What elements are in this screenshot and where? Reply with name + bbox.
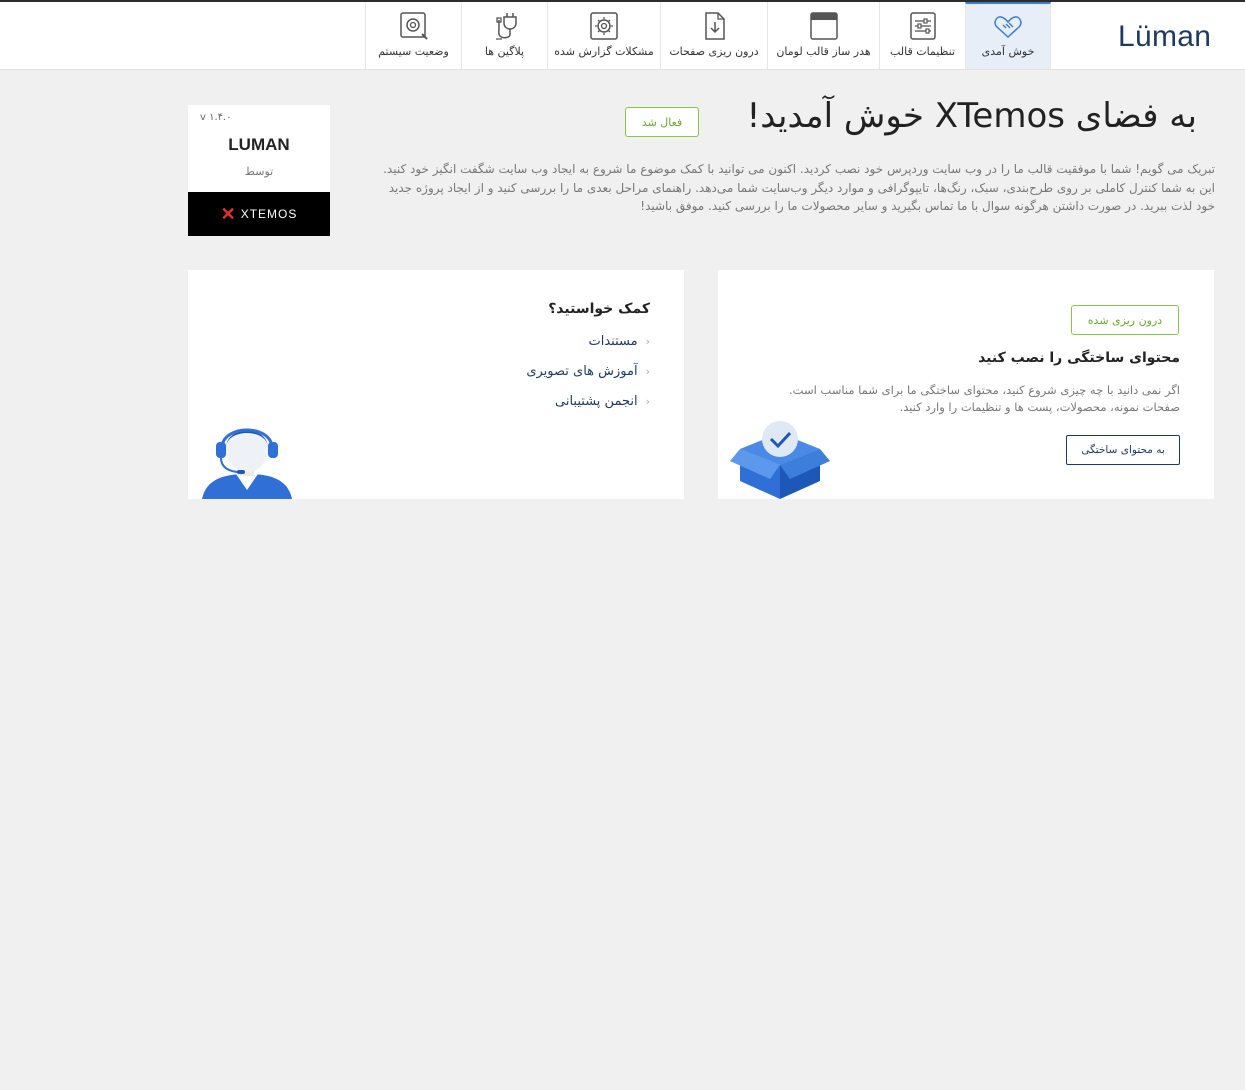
plugin-plug-icon (495, 13, 517, 40)
header-builder-icon (809, 12, 838, 40)
main-nav: خوش آمدی تنظیمات قالب هدر ساز قالب لومان (365, 2, 1051, 69)
nav-tab-system-status[interactable]: وضعیت سیستم (365, 2, 461, 69)
settings-sliders-icon (909, 12, 936, 40)
box-check-icon (730, 421, 830, 499)
nav-tab-theme-settings[interactable]: تنظیمات قالب (879, 2, 965, 69)
welcome-intro-text: تبریک می گویم! شما با موفقیت قالب ما را … (383, 162, 1215, 213)
nav-tab-reported-issues[interactable]: مشکلات گزارش شده (547, 2, 660, 69)
nav-tab-import-pages[interactable]: درون ریزی صفحات (660, 2, 767, 69)
top-navigation-bar: Lüman خوش آمدی تنظیمات قالب هدر ساز قالب… (0, 2, 1245, 70)
dummy-content-description: اگر نمی دانید با چه چیزی شروع کنید، محتو… (789, 383, 1180, 414)
nav-tab-label: خوش آمدی (981, 45, 1035, 58)
system-status-icon (399, 12, 428, 40)
nav-tab-label: مشکلات گزارش شده (554, 45, 654, 58)
need-help-card: کمک خواستید؟ ‹ مستندات ‹ آموزش های تصویری … (188, 270, 684, 499)
imported-badge: درون ریزی شده (1071, 305, 1179, 335)
nav-tab-plugins[interactable]: پلاگین ها (461, 2, 547, 69)
help-link-label: مستندات (588, 334, 638, 349)
nav-tab-label: وضعیت سیستم (378, 45, 449, 58)
nav-tab-welcome[interactable]: خوش آمدی (965, 2, 1051, 69)
help-link-label: انجمن پشتیبانی (555, 394, 638, 409)
chevron-left-icon: ‹ (645, 335, 650, 348)
page-title: به فضای XTemos خوش آمدید! (746, 96, 1197, 136)
import-document-icon (705, 12, 725, 40)
by-label: توسط (244, 165, 274, 178)
handshake-icon (994, 16, 1022, 39)
xtemos-brand-text: XTEMOS (240, 207, 298, 221)
activated-badge: فعال شد (625, 107, 699, 137)
help-link-documentation[interactable]: ‹ مستندات (526, 332, 651, 362)
go-to-dummy-content-button[interactable]: به محتوای ساختگی (1066, 435, 1180, 465)
theme-name: LUMAN (228, 135, 290, 154)
help-link-video-tutorials[interactable]: ‹ آموزش های تصویری (526, 362, 650, 392)
xtemos-brand-logo[interactable]: ✕ XTEMOS (188, 192, 330, 236)
nav-tab-label: تنظیمات قالب (889, 45, 956, 58)
xtemos-mark-icon: ✕ (220, 203, 237, 224)
nav-tab-label: هدر ساز قالب لومان (776, 45, 871, 58)
support-agent-icon (202, 428, 292, 499)
chevron-left-icon: ‹ (645, 365, 650, 378)
dummy-content-title: محتوای ساختگی را نصب کنید (978, 350, 1180, 366)
nav-tab-header-builder[interactable]: هدر ساز قالب لومان (767, 2, 879, 69)
help-link-label: آموزش های تصویری (526, 364, 638, 379)
nav-tab-label: پلاگین ها (484, 45, 525, 58)
theme-version: v ۱.۴.۰ (200, 112, 232, 123)
theme-version-box: v ۱.۴.۰ LUMAN توسط ✕ XTEMOS (188, 105, 330, 236)
gear-report-icon (590, 12, 618, 40)
help-link-support-forum[interactable]: ‹ انجمن پشتیبانی (526, 392, 650, 422)
luman-logo[interactable]: Lüman (1118, 20, 1218, 54)
nav-tab-label: درون ریزی صفحات (669, 45, 759, 58)
chevron-left-icon: ‹ (645, 395, 650, 408)
dummy-content-card: درون ریزی شده محتوای ساختگی را نصب کنید … (718, 270, 1214, 499)
help-title: کمک خواستید؟ (548, 301, 650, 317)
help-links: ‹ مستندات ‹ آموزش های تصویری ‹ انجمن پشتیبا… (526, 332, 650, 422)
